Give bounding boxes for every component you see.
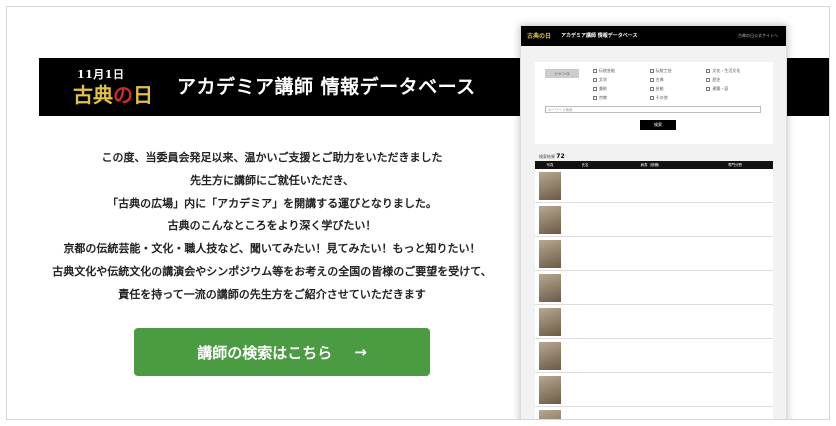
intro-line: 古典のこんなところをより深く学びたい！ bbox=[167, 219, 377, 233]
lecturer-photo bbox=[539, 375, 561, 404]
intro-line: 京都の伝統芸能・文化・職人技など、聞いてみたい！見てみたい！もっと知りたい！ bbox=[63, 242, 481, 256]
logo-wordmark: 古典の日 bbox=[73, 83, 153, 107]
lecturer-photo bbox=[539, 307, 561, 336]
preview-header: 古典の日 アカデミア講師 情報データベース 古典の日公式サイトへ bbox=[521, 26, 786, 46]
table-row bbox=[535, 407, 773, 419]
preview-site-link: 古典の日公式サイトへ bbox=[738, 33, 778, 38]
preview-title: アカデミア講師 情報データベース bbox=[561, 33, 638, 39]
table-row bbox=[535, 339, 773, 373]
banner-title: アカデミア講師 情報データベース bbox=[177, 76, 476, 98]
checkbox-icon bbox=[706, 87, 711, 91]
checkbox-icon bbox=[649, 87, 654, 91]
preview-checkbox: 伝統芸能 bbox=[593, 68, 650, 74]
checkbox-icon bbox=[593, 96, 597, 100]
column-header: 肩書（役職） bbox=[640, 163, 662, 167]
preview-keyword-input: キーワード検索 bbox=[545, 106, 761, 113]
preview-checkbox: 文化・生活文化 bbox=[706, 68, 763, 74]
preview-result-count: 検索結果 72 bbox=[539, 153, 565, 160]
table-row bbox=[535, 305, 773, 339]
preview-checkbox: 文学 bbox=[593, 77, 650, 83]
cta-label: 講師の検索はこちら bbox=[197, 343, 333, 362]
intro-line: 先生方に講師にご就任いただき、 bbox=[189, 173, 354, 187]
preview-checkbox: 歴史 bbox=[706, 77, 763, 83]
column-header: 氏名 bbox=[581, 163, 589, 167]
lecturer-photo bbox=[539, 409, 561, 419]
column-header: 専門分野 bbox=[728, 163, 742, 167]
preview-search-button: 検索 bbox=[640, 120, 676, 130]
preview-results-table: 写真 氏名 肩書（役職） 専門分野 bbox=[535, 161, 773, 419]
preview-table-header: 写真 氏名 肩書（役職） 専門分野 bbox=[535, 161, 773, 169]
table-row bbox=[535, 169, 773, 203]
preview-genre-label: ジャンル bbox=[545, 69, 579, 78]
table-row bbox=[535, 237, 773, 271]
checkbox-icon bbox=[649, 69, 654, 73]
preview-genre-checkboxes: 伝統芸能 伝統工芸 文化・生活文化 文学 古典 歴史 美術 芸能 建築・庭 宗教… bbox=[593, 68, 763, 101]
table-row bbox=[535, 373, 773, 407]
intro-line: 責任を持って一流の講師の先生方をご紹介させていただきます bbox=[118, 287, 426, 301]
preview-checkbox: その他 bbox=[649, 95, 707, 101]
preview-logo: 古典の日 bbox=[527, 33, 552, 40]
checkbox-icon bbox=[706, 78, 711, 82]
checkbox-icon bbox=[593, 87, 597, 91]
preview-checkbox: 伝統工芸 bbox=[649, 68, 707, 74]
lecturer-photo bbox=[539, 239, 561, 268]
koten-no-hi-logo: 11月1日 古典の日 bbox=[73, 66, 153, 108]
lecturer-photo bbox=[539, 273, 561, 302]
promo-card: 11月1日 古典の日 アカデミア講師 情報データベース この度、当委員会発足以来… bbox=[6, 6, 830, 420]
table-row bbox=[535, 271, 773, 305]
arrow-right-icon: → bbox=[354, 343, 367, 361]
intro-text: この度、当委員会発足以来、温かいご支援とご助力をいただきました 先生方に講師にご… bbox=[37, 147, 507, 307]
search-lecturers-button[interactable]: 講師の検索はこちら → bbox=[134, 328, 430, 376]
intro-line: この度、当委員会発足以来、温かいご支援とご助力をいただきました bbox=[101, 151, 443, 164]
checkbox-icon bbox=[593, 69, 597, 73]
checkbox-icon bbox=[649, 96, 654, 100]
preview-checkbox: 古典 bbox=[649, 77, 707, 83]
checkbox-icon bbox=[649, 78, 654, 82]
preview-checkbox: 芸能 bbox=[649, 86, 707, 92]
preview-checkbox: 建築・庭 bbox=[706, 86, 763, 92]
database-preview-image[interactable]: 古典の日 アカデミア講師 情報データベース 古典の日公式サイトへ ジャンル 伝統… bbox=[520, 25, 787, 419]
intro-line: 「古典の広場」内に「アカデミア」を開講する運びとなりました。 bbox=[107, 196, 437, 210]
column-header: 写真 bbox=[546, 163, 554, 167]
checkbox-icon bbox=[593, 78, 597, 82]
table-row bbox=[535, 203, 773, 237]
preview-search-panel: ジャンル 伝統芸能 伝統工芸 文化・生活文化 文学 古典 歴史 美術 芸能 建築… bbox=[535, 62, 773, 144]
intro-line: 古典文化や伝統文化の講演会やシンポジウム等をお考えの全国の皆様のご要望を受けて、 bbox=[52, 264, 492, 278]
checkbox-icon bbox=[706, 69, 711, 73]
preview-checkbox: 美術 bbox=[593, 86, 650, 92]
preview-checkbox: 宗教 bbox=[593, 95, 650, 101]
lecturer-photo bbox=[539, 205, 561, 234]
lecturer-photo bbox=[539, 341, 561, 370]
lecturer-photo bbox=[539, 171, 561, 200]
